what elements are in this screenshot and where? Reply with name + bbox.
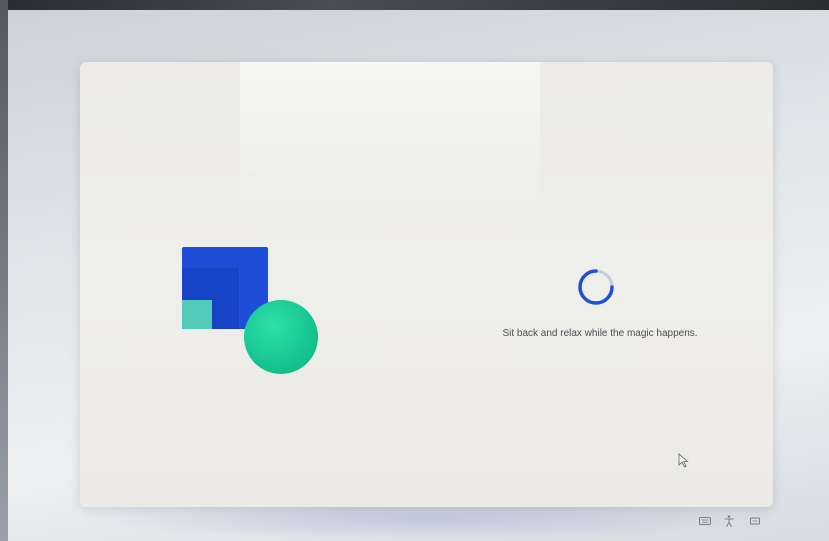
- status-message: Sit back and relax while the magic happe…: [502, 328, 698, 339]
- teal-square-shape: [182, 300, 212, 329]
- monitor-bezel-top: [0, 0, 829, 10]
- setup-card: Sit back and relax while the magic happe…: [80, 62, 773, 507]
- system-tray: [690, 514, 780, 528]
- setup-illustration: [180, 244, 320, 376]
- accessibility-icon[interactable]: [722, 514, 736, 528]
- loading-spinner-icon: [578, 269, 614, 305]
- network-icon[interactable]: [748, 514, 762, 528]
- green-circle-shape: [244, 300, 318, 374]
- keyboard-icon[interactable]: [698, 514, 712, 528]
- monitor-bezel-left: [0, 0, 8, 541]
- screen-glare: [240, 62, 540, 212]
- mouse-cursor-icon: [678, 453, 689, 468]
